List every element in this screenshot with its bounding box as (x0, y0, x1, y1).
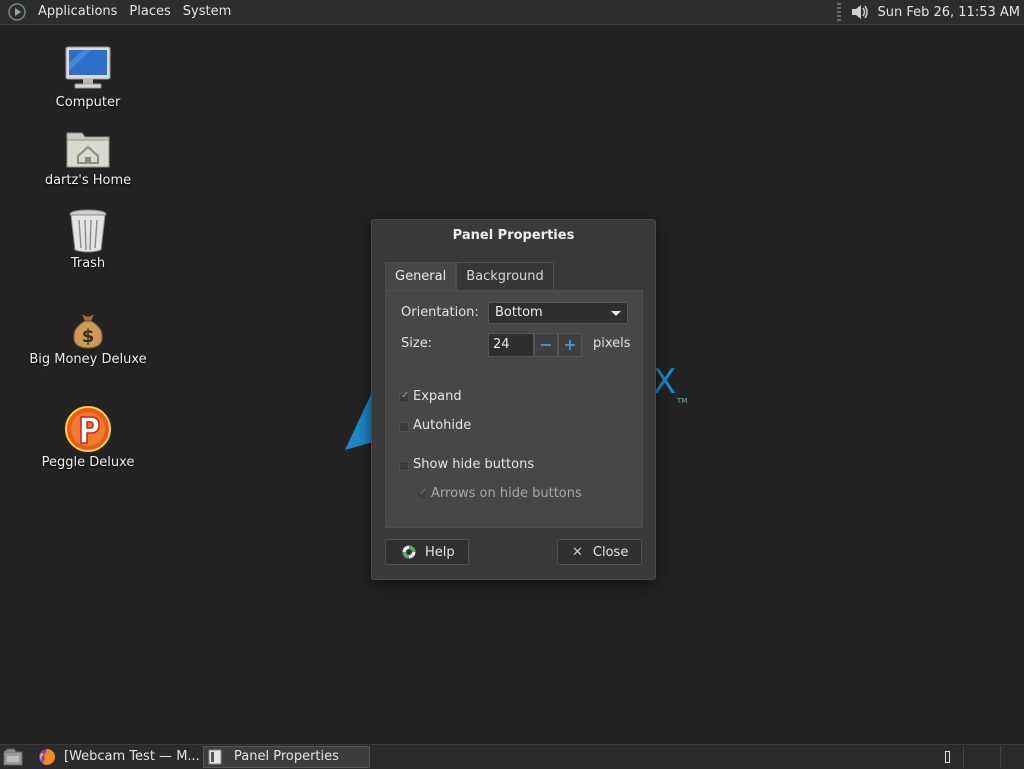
speaker-icon[interactable] (849, 2, 871, 22)
arrows-on-hide-buttons-checkbox: ✓ (417, 487, 428, 500)
chevron-down-icon (611, 311, 621, 316)
desktop-icon-big-money[interactable]: $ Big Money Deluxe (23, 310, 153, 367)
general-tab-panel: Orientation: Bottom Size: 24 − + pixels … (385, 290, 643, 528)
desktop-icon-label: Computer (55, 95, 121, 110)
orientation-combo[interactable]: Bottom (488, 302, 628, 324)
help-button-label: Help (425, 544, 455, 560)
money-bag-icon: $ (73, 314, 103, 349)
tab-background[interactable]: Background (456, 262, 554, 290)
menu-places[interactable]: Places (123, 0, 176, 24)
logo-tm: TM (677, 397, 688, 405)
size-unit: pixels (593, 336, 631, 351)
menu-applications[interactable]: Applications (32, 0, 123, 24)
arrows-on-hide-buttons-label: Arrows on hide buttons (431, 486, 582, 501)
close-button[interactable]: ✕ Close (557, 539, 642, 565)
close-button-label: Close (592, 544, 629, 560)
desktop-icon-home[interactable]: dartz's Home (23, 127, 153, 188)
show-hide-buttons-label: Show hide buttons (413, 457, 535, 472)
computer-icon (65, 46, 111, 89)
panel-handle[interactable] (837, 3, 842, 21)
taskbar-item-label: [Webcam Test — M... (64, 749, 200, 764)
size-decrement-button[interactable]: − (534, 333, 558, 357)
autohide-label: Autohide (413, 418, 472, 433)
tab-bar: General Background (385, 262, 554, 290)
orientation-label: Orientation: (401, 305, 479, 320)
show-desktop-icon[interactable] (3, 748, 23, 766)
panel-properties-dialog: Panel Properties General Background Orie… (371, 219, 656, 580)
svg-text:$: $ (82, 326, 95, 347)
check-icon: ✓ (401, 390, 410, 401)
workspace-indicator-icon[interactable] (945, 751, 950, 763)
check-icon: ✓ (419, 487, 428, 498)
taskbar-item-panel-properties[interactable]: Panel Properties (203, 746, 370, 768)
tray: Sun Feb 26, 11:53 AM (837, 0, 1024, 24)
desktop-icon-trash[interactable]: Trash (23, 208, 153, 271)
bottom-panel: [Webcam Test — M... Panel Properties (0, 744, 1024, 769)
desktop-icon-label: Peggle Deluxe (41, 455, 135, 470)
trash-icon (69, 209, 107, 253)
help-button[interactable]: Help (385, 539, 469, 565)
taskbar-item-label: Panel Properties (234, 749, 339, 764)
window-icon (208, 749, 222, 765)
workspace-2[interactable] (963, 746, 1000, 768)
expand-label: Expand (413, 389, 462, 404)
close-icon: ✕ (572, 544, 583, 560)
size-spin-input[interactable]: 24 (488, 333, 534, 357)
firefox-icon (39, 749, 55, 765)
autohide-checkbox[interactable] (399, 422, 409, 432)
taskbar-item-webcam[interactable]: [Webcam Test — M... (34, 746, 200, 768)
desktop-icon-peggle[interactable]: Peggle Deluxe (23, 405, 153, 470)
size-label: Size: (401, 336, 433, 351)
desktop-icon-label: Trash (70, 256, 106, 271)
workspace-3[interactable] (1000, 746, 1024, 768)
clock[interactable]: Sun Feb 26, 11:53 AM (877, 5, 1020, 20)
dialog-title[interactable]: Panel Properties (372, 220, 655, 252)
show-hide-buttons-checkbox[interactable] (399, 461, 409, 471)
home-folder-icon (66, 132, 110, 168)
orientation-value: Bottom (495, 305, 543, 320)
desktop-icon-computer[interactable]: Computer (23, 45, 153, 110)
lifebuoy-icon (402, 545, 416, 559)
logo-letter: X (653, 362, 677, 402)
desktop-icon-label: Big Money Deluxe (29, 352, 147, 367)
desktop-icon-label: dartz's Home (44, 173, 132, 188)
tab-general[interactable]: General (385, 262, 457, 290)
distro-logo-icon[interactable] (8, 3, 26, 21)
size-increment-button[interactable]: + (558, 333, 582, 357)
top-panel: Applications Places System Sun Feb 26, 1… (0, 0, 1024, 25)
peggle-icon (65, 406, 111, 452)
expand-checkbox[interactable]: ✓ (399, 390, 410, 403)
menu-system[interactable]: System (177, 0, 237, 24)
